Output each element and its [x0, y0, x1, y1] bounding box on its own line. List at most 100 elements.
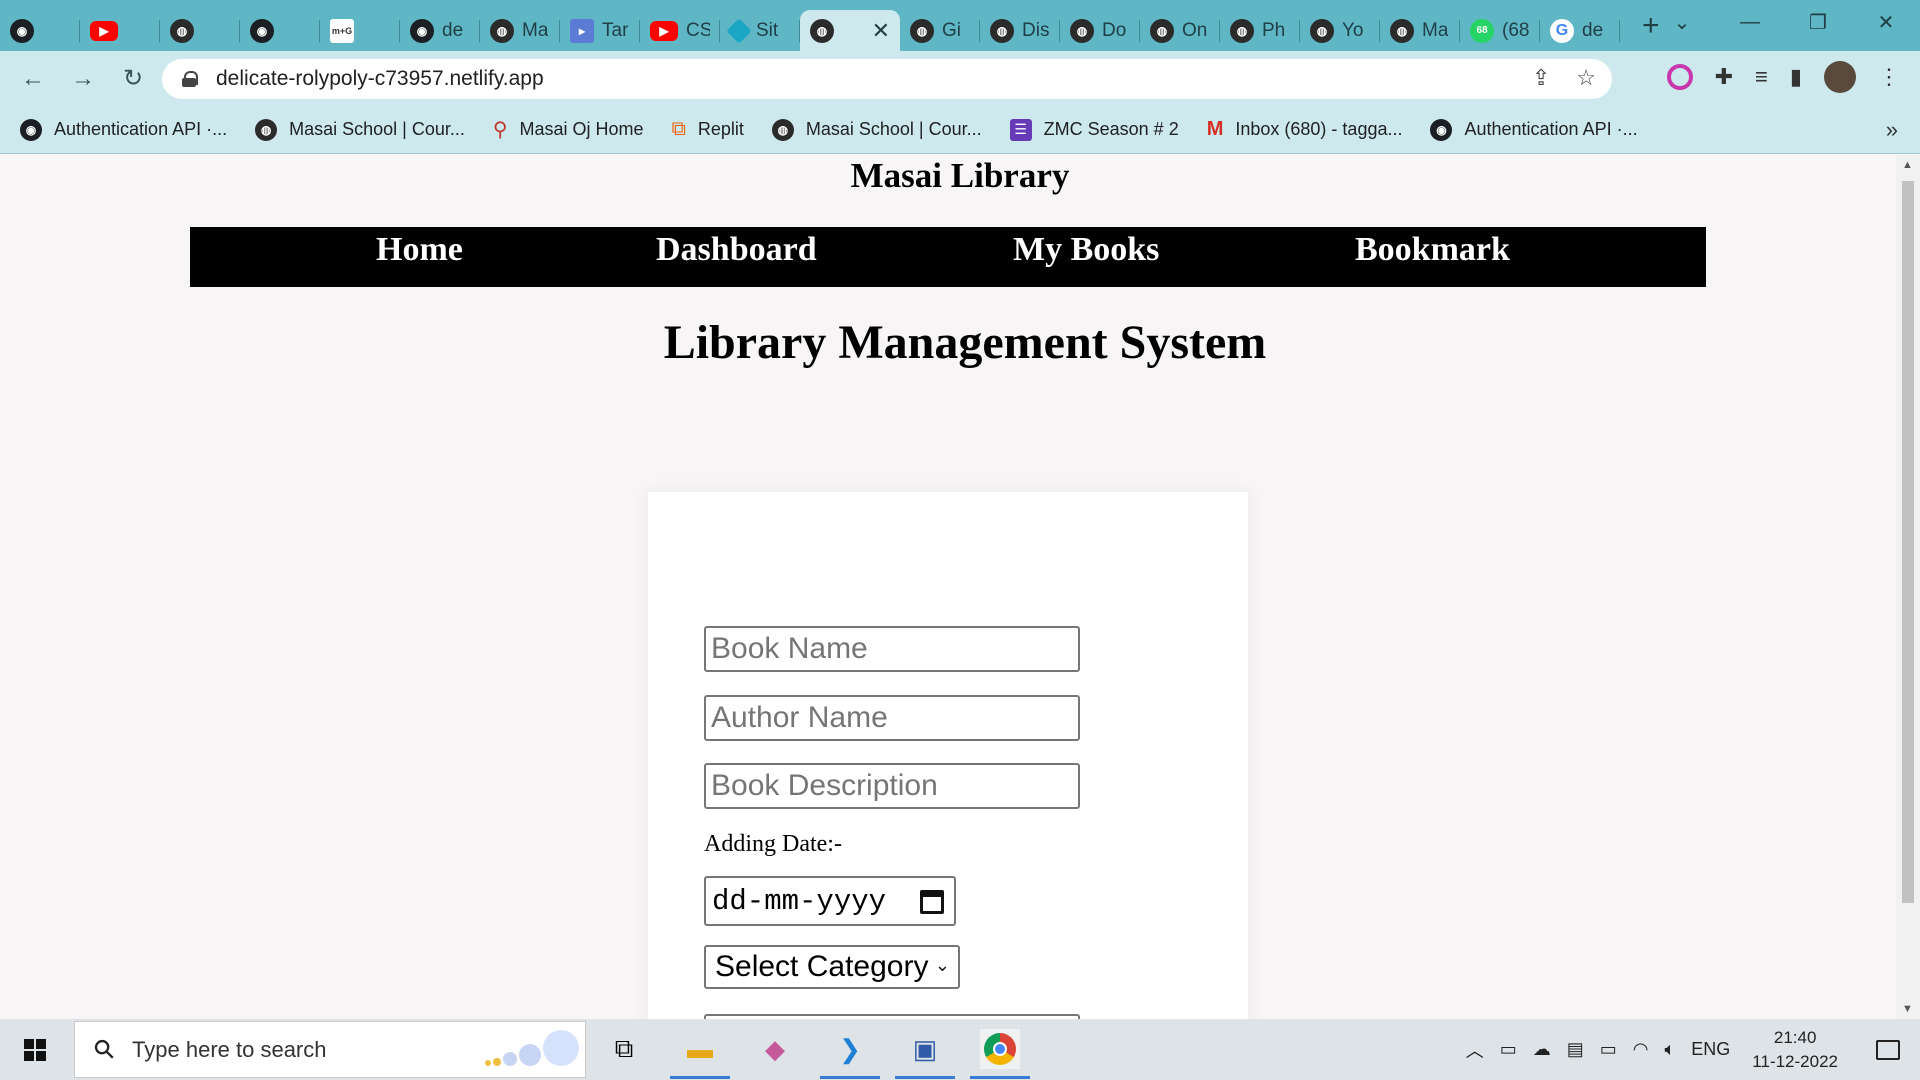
scroll-up-icon[interactable]: ▲ [1902, 159, 1913, 171]
tab-title: Ma [1422, 19, 1449, 41]
pin-icon: ⚲ [492, 119, 508, 141]
address-bar[interactable]: delicate-rolypoly-c73957.netlify.app ⇪ ☆ [162, 59, 1612, 99]
browser-tab-active[interactable]: ◍ ✕ [800, 10, 900, 51]
replit-icon: ⧉ [671, 118, 686, 140]
browser-tab[interactable]: ▸ Tar [560, 10, 640, 51]
system-tray: ︿ ▭ ☁ ▤ ▭ ◠ 🔈︎ ENG 21:40 11-12-2022 [1466, 1019, 1920, 1080]
page-scrollbar[interactable]: ▲ ▼ [1896, 155, 1920, 1019]
bookmark-item[interactable]: ☰ ZMC Season # 2 [1009, 118, 1179, 141]
calendar-icon[interactable] [920, 890, 944, 914]
globe-icon: ◍ [771, 118, 794, 141]
back-icon[interactable]: ← [8, 65, 58, 93]
browser-tab[interactable]: ◍ Gi [900, 10, 980, 51]
browser-tab[interactable]: ▶ CS [640, 10, 720, 51]
extensions-area: ✚ ≡ ▮ ⋮ [1666, 61, 1900, 93]
browser-tab[interactable]: m+G [320, 10, 400, 51]
bookmark-item[interactable]: ⚲ Masai Oj Home [493, 117, 644, 142]
browser-tab[interactable]: ◍ Ma [480, 10, 560, 51]
author-name-input[interactable] [704, 695, 1080, 741]
display-icon[interactable]: ▤ [1567, 1039, 1584, 1060]
github-icon: ◉ [10, 18, 34, 43]
site-nav: Home Dashboard My Books Bookmark [190, 227, 1706, 287]
bookmark-star-icon[interactable]: ☆ [1576, 65, 1596, 91]
browser-tab[interactable]: ◍ Dis [980, 10, 1060, 51]
mg-icon: m+G [330, 18, 354, 43]
globe-icon: ◍ [490, 18, 514, 43]
google-icon: G [1550, 18, 1574, 43]
chrome-icon[interactable] [970, 1029, 1030, 1079]
side-panel-icon[interactable]: ▮ [1790, 64, 1802, 90]
restore-icon[interactable]: ❐ [1784, 10, 1852, 35]
taskbar-search[interactable]: ⚲ Type here to search [74, 1021, 586, 1078]
globe-icon: ◍ [1070, 18, 1094, 43]
battery-icon[interactable]: ▭ [1600, 1039, 1617, 1060]
close-window-icon[interactable]: ✕ [1852, 10, 1920, 35]
nav-link-dashboard[interactable]: Dashboard [656, 231, 817, 269]
nav-link-home[interactable]: Home [376, 231, 463, 269]
browser-tab[interactable]: ◍ Do [1060, 10, 1140, 51]
book-name-input[interactable] [704, 626, 1080, 672]
nav-link-bookmark[interactable]: Bookmark [1355, 231, 1510, 269]
browser-tab[interactable]: ◍ [160, 10, 240, 51]
extension-icon[interactable] [1666, 64, 1693, 90]
show-hidden-icons-icon[interactable]: ︿ [1466, 1037, 1484, 1063]
tab-search-icon[interactable]: ⌄ [1648, 10, 1716, 35]
media-control-icon[interactable]: ≡ [1755, 64, 1768, 90]
menu-icon[interactable]: ⋮ [1878, 64, 1900, 90]
bookmark-label: Authentication API ·... [1464, 119, 1638, 139]
browser-tab[interactable]: ◍ Yo [1300, 10, 1380, 51]
tab-title: Ph [1262, 19, 1286, 41]
book-description-input[interactable] [704, 763, 1080, 809]
browser-tab[interactable]: ◉ [0, 10, 80, 51]
browser-tab[interactable]: ◍ Ma [1380, 10, 1460, 51]
chevron-down-icon: ⌄ [934, 955, 950, 975]
volume-icon[interactable]: 🔈︎ [1664, 1039, 1675, 1060]
bookmark-item[interactable]: ◉ Authentication API ·... [1430, 118, 1638, 141]
more-bookmarks-icon[interactable]: » [1886, 117, 1898, 143]
scroll-down-icon[interactable]: ▼ [1902, 1003, 1913, 1015]
url-text[interactable]: delicate-rolypoly-c73957.netlify.app [216, 67, 544, 91]
wifi-icon[interactable]: ◠ [1633, 1039, 1649, 1060]
diamond-icon [726, 17, 752, 44]
meet-now-icon[interactable]: ▭ [1500, 1039, 1517, 1060]
bookmark-item[interactable]: M Inbox (680) - tagga... [1207, 118, 1403, 141]
forward-icon[interactable]: → [58, 65, 108, 93]
bookmark-item[interactable]: ◍ Masai School | Cour... [255, 118, 465, 141]
browser-tab[interactable]: 68 (68 [1460, 10, 1540, 51]
photos-icon[interactable]: ▣ [895, 1029, 955, 1079]
task-view-icon[interactable]: ⧉ [604, 1029, 644, 1069]
start-button[interactable] [0, 1019, 70, 1080]
close-icon[interactable]: ✕ [872, 18, 890, 44]
search-highlight-icon [485, 1030, 579, 1066]
browser-tab[interactable]: ◍ Ph [1220, 10, 1300, 51]
nav-link-my-books[interactable]: My Books [1013, 231, 1159, 269]
notifications-icon[interactable] [1876, 1039, 1900, 1060]
onedrive-icon[interactable]: ☁ [1533, 1039, 1551, 1060]
browser-tab[interactable]: Sit [720, 10, 800, 51]
bookmark-item[interactable]: ◍ Masai School | Cour... [771, 118, 982, 141]
bookmark-label: Inbox (680) - tagga... [1235, 119, 1403, 139]
bookmark-item[interactable]: ◉ Authentication API ·... [20, 118, 227, 141]
globe-icon: ◍ [1310, 18, 1334, 43]
language-indicator[interactable]: ENG [1691, 1039, 1730, 1060]
bookmark-item[interactable]: ⧉ Replit [672, 118, 744, 141]
browser-tab[interactable]: ◍ On [1140, 10, 1220, 51]
browser-tab[interactable]: Gde [1540, 10, 1620, 51]
category-select[interactable]: Select Category ⌄ [704, 945, 960, 989]
browser-tab[interactable]: ◉ [240, 10, 320, 51]
scrollbar-thumb[interactable] [1902, 181, 1914, 903]
git-client-icon[interactable]: ◆ [755, 1029, 795, 1069]
clock[interactable]: 21:40 11-12-2022 [1752, 1026, 1838, 1074]
reload-icon[interactable]: ↻ [108, 64, 158, 93]
adding-date-input[interactable]: dd-mm-yyyy [704, 876, 956, 926]
puzzle-icon[interactable]: ✚ [1715, 64, 1733, 90]
lock-icon[interactable] [182, 71, 198, 87]
minimize-icon[interactable]: — [1716, 11, 1784, 34]
page-heading: Library Management System [663, 316, 1267, 369]
file-explorer-icon[interactable]: ▬ [670, 1029, 730, 1079]
browser-tab[interactable]: ◉ de [400, 10, 480, 51]
browser-tab[interactable]: ▶ [80, 10, 160, 51]
profile-avatar[interactable] [1824, 61, 1856, 93]
share-icon[interactable]: ⇪ [1532, 65, 1550, 91]
vscode-icon[interactable]: ❯ [820, 1029, 880, 1079]
